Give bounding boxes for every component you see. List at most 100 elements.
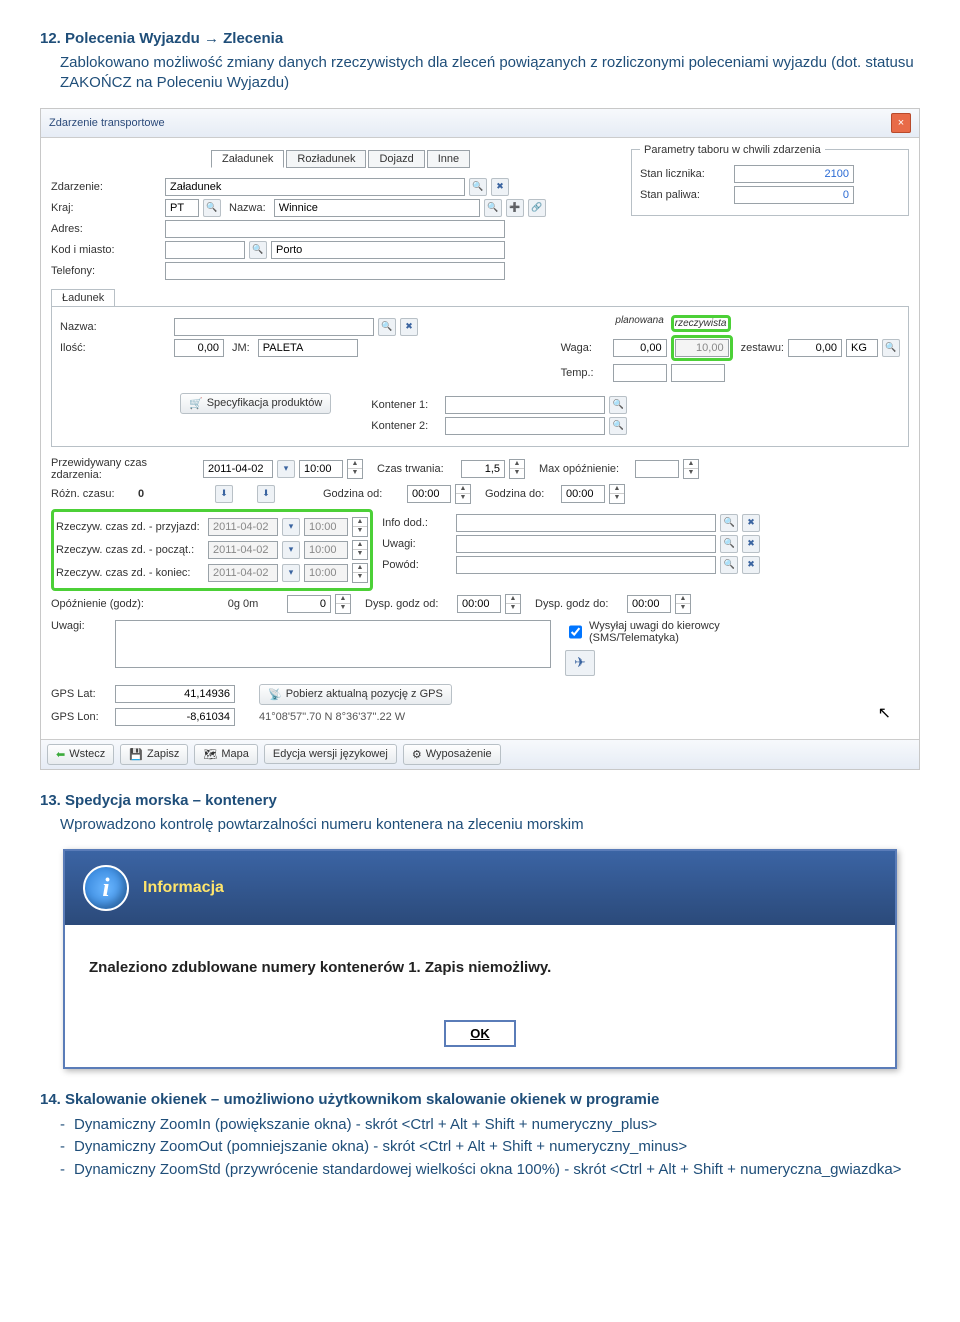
heading-12: 12. Polecenia Wyjazdu → Zlecenia [40, 30, 920, 47]
czas-trw-input[interactable] [461, 460, 505, 478]
lookup-icon[interactable]: 🔍 [203, 199, 221, 217]
przew-date[interactable] [203, 460, 273, 478]
kont1-input[interactable] [445, 396, 605, 414]
opozn-txt: 0g 0m [203, 598, 283, 610]
ok-button[interactable]: OK [444, 1020, 516, 1047]
l-jm-input[interactable] [258, 339, 358, 357]
info-dod-input[interactable] [456, 514, 716, 532]
spec-products-button[interactable]: 🛒Specyfikacja produktów [180, 393, 331, 414]
zestawu-input[interactable] [788, 339, 842, 357]
l-nazwa-input[interactable] [174, 318, 374, 336]
rozn-label: Różn. czasu: [51, 488, 127, 500]
spinner[interactable]: ▲▼ [509, 459, 525, 479]
tab-inne[interactable]: Inne [427, 150, 470, 168]
gps-lon-input[interactable] [115, 708, 235, 726]
l-ilosc-input[interactable] [174, 339, 224, 357]
lookup-icon[interactable]: 🔍 [609, 396, 627, 414]
temp-input[interactable] [613, 364, 667, 382]
arrow-down-icon[interactable]: ⬇ [257, 485, 275, 503]
uwagi-label: Uwagi: [382, 538, 452, 550]
link-icon[interactable]: 🔗 [528, 199, 546, 217]
adres-input[interactable] [165, 220, 505, 238]
przew-time[interactable] [299, 460, 343, 478]
back-button[interactable]: ⬅Wstecz [47, 744, 114, 765]
calendar-icon[interactable]: ▾ [282, 518, 300, 536]
temp2-input[interactable] [671, 364, 725, 382]
lookup-icon[interactable]: 🔍 [720, 556, 738, 574]
wysyl-checkbox[interactable] [569, 623, 582, 641]
l-jm-label: JM: [232, 342, 250, 354]
calendar-icon[interactable]: ▾ [282, 564, 300, 582]
lookup-icon[interactable]: 🔍 [469, 178, 487, 196]
map-button[interactable]: 🗺Mapa [194, 744, 258, 765]
dysp-od-input[interactable] [457, 595, 501, 613]
kont2-input[interactable] [445, 417, 605, 435]
spinner[interactable]: ▲▼ [505, 594, 521, 614]
zdarzenie-input[interactable] [165, 178, 465, 196]
gps-lat-input[interactable] [115, 685, 235, 703]
tab-dojazd[interactable]: Dojazd [368, 150, 424, 168]
spinner[interactable]: ▲▼ [352, 563, 368, 583]
stan-licz-input[interactable] [734, 165, 854, 183]
spinner[interactable]: ▲▼ [352, 540, 368, 560]
spinner[interactable]: ▲▼ [455, 484, 471, 504]
uwagi-input[interactable] [456, 535, 716, 553]
send-icon[interactable]: ✈ [565, 650, 595, 676]
close-icon[interactable]: × [891, 113, 911, 133]
nazwa-input[interactable] [274, 199, 480, 217]
dysp-do-label: Dysp. godz do: [535, 598, 623, 610]
spinner[interactable]: ▲▼ [352, 517, 368, 537]
gps-coord-text: 41°08'57".70 N 8°36'37".22 W [259, 711, 405, 723]
map-icon: 🗺 [203, 748, 217, 761]
clear-icon[interactable]: ✖ [742, 535, 760, 553]
dysp-do-input[interactable] [627, 595, 671, 613]
stan-pal-input[interactable] [734, 186, 854, 204]
miasto-input[interactable] [271, 241, 505, 259]
kont1-label: Kontener 1: [371, 399, 441, 411]
equipment-button[interactable]: ⚙Wyposażenie [403, 744, 501, 765]
spinner[interactable]: ▲▼ [347, 459, 363, 479]
calendar-icon[interactable]: ▾ [277, 460, 295, 478]
lookup-icon[interactable]: 🔍 [378, 318, 396, 336]
opozn-input[interactable] [287, 595, 331, 613]
lang-edit-button[interactable]: Edycja wersji językowej [264, 744, 397, 764]
godz-do-input[interactable] [561, 485, 605, 503]
kod-input[interactable] [165, 241, 245, 259]
tel-input[interactable] [165, 262, 505, 280]
lookup-icon[interactable]: 🔍 [609, 417, 627, 435]
arrow-down-icon[interactable]: ⬇ [215, 485, 233, 503]
tab-ladunek[interactable]: Ładunek [51, 289, 115, 306]
tab-zaladunek[interactable]: Załadunek [211, 150, 284, 168]
clear-icon[interactable]: ✖ [400, 318, 418, 336]
lookup-icon[interactable]: 🔍 [882, 339, 900, 357]
powod-input[interactable] [456, 556, 716, 574]
save-button[interactable]: 💾Zapisz [120, 744, 188, 765]
maxop-input[interactable] [635, 460, 679, 478]
lookup-icon[interactable]: 🔍 [484, 199, 502, 217]
add-icon[interactable]: ➕ [506, 199, 524, 217]
gps-fetch-button[interactable]: 📡Pobierz aktualną pozycję z GPS [259, 684, 452, 705]
spinner[interactable]: ▲▼ [335, 594, 351, 614]
clear-icon[interactable]: ✖ [491, 178, 509, 196]
calendar-icon[interactable]: ▾ [282, 541, 300, 559]
clear-icon[interactable]: ✖ [742, 514, 760, 532]
tab-rozladunek[interactable]: Rozładunek [286, 150, 366, 168]
stan-licz-label: Stan licznika: [640, 168, 730, 180]
spinner[interactable]: ▲▼ [683, 459, 699, 479]
zestawu-unit[interactable] [846, 339, 878, 357]
spinner[interactable]: ▲▼ [675, 594, 691, 614]
section-13: 13. Spedycja morska – kontenery Wprowadz… [40, 792, 920, 1069]
rz-pocz-label: Rzeczyw. czas zd. - począt.: [56, 544, 204, 556]
info-dialog-title: Informacja [143, 879, 224, 897]
clear-icon[interactable]: ✖ [742, 556, 760, 574]
waga-plan-input[interactable] [613, 339, 667, 357]
przew-label: Przewidywany czas zdarzenia: [51, 457, 199, 481]
uwagi2-textarea[interactable] [115, 620, 551, 668]
lookup-icon[interactable]: 🔍 [249, 241, 267, 259]
spinner[interactable]: ▲▼ [609, 484, 625, 504]
lookup-icon[interactable]: 🔍 [720, 514, 738, 532]
maxop-label: Max opóźnienie: [539, 463, 631, 475]
lookup-icon[interactable]: 🔍 [720, 535, 738, 553]
kraj-input[interactable] [165, 199, 199, 217]
godz-od-input[interactable] [407, 485, 451, 503]
